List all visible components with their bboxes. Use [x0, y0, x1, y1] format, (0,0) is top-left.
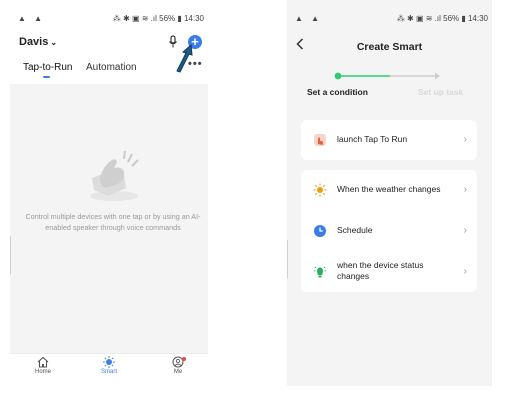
nav-home-label: Home: [34, 369, 51, 375]
nav-smart-label: Smart: [100, 369, 117, 375]
chevron-right-icon: ›: [463, 266, 467, 277]
nav-home[interactable]: Home: [18, 356, 68, 375]
chevron-right-icon: ›: [463, 134, 467, 145]
option-launch-tap-to-run[interactable]: launch Tap To Run ›: [301, 120, 477, 160]
option-schedule[interactable]: Schedule ›: [301, 211, 477, 251]
status-bar: ▲ ▲ ⁂ ✱ ▣ ≋ .ıl 56% ▮ 14:30: [10, 14, 208, 26]
step-progress-track: [334, 72, 440, 80]
tab-tap-to-run[interactable]: Tap-to-Run: [23, 62, 72, 73]
clock-icon: [314, 225, 326, 237]
create-smart-screen: ▲ ▲ ⁂ ✱ ▣ ≋ .ıl 56% ▮ 14:30 Create Smart…: [287, 0, 492, 386]
step-set-up-task: Set up task: [418, 87, 464, 97]
tab-bar: Tap-to-Run Automation •••: [10, 58, 208, 82]
notification-badge: [182, 357, 186, 361]
home-name: Davis: [19, 36, 49, 48]
option-label: Schedule: [337, 225, 373, 235]
option-device-status[interactable]: when the device status changes ›: [301, 252, 477, 292]
nav-me[interactable]: Me: [153, 356, 203, 375]
scroll-edge: [287, 240, 288, 278]
option-weather-changes[interactable]: When the weather changes ›: [301, 170, 477, 210]
status-indicators: ⁂ ✱ ▣ ≋ .ıl 56% ▮ 14:30: [396, 14, 488, 23]
chevron-right-icon: ›: [463, 184, 467, 195]
notification-icons: ▲ ▲: [18, 14, 46, 23]
smart-sun-icon: [103, 356, 115, 368]
chevron-down-icon: ⌄: [50, 38, 58, 47]
tab-active-indicator: [43, 76, 50, 78]
empty-state-message: Control multiple devices with one tap or…: [25, 212, 201, 232]
step-set-condition: Set a condition: [307, 87, 368, 97]
option-label: launch Tap To Run: [337, 134, 408, 144]
chevron-right-icon: ›: [463, 225, 467, 236]
nav-smart[interactable]: Smart: [84, 356, 134, 375]
hand-tap-icon: [314, 134, 326, 146]
device-icon: [314, 266, 326, 278]
tap-illustration-icon: [90, 150, 139, 201]
page-title: Create Smart: [356, 41, 423, 53]
home-icon: [37, 356, 49, 368]
notification-icons: ▲ ▲: [295, 14, 323, 23]
option-label: When the weather changes: [337, 184, 441, 194]
condition-card-manual: launch Tap To Run ›: [301, 120, 477, 160]
home-selector[interactable]: Davis ⌄: [19, 36, 57, 48]
scroll-edge: [10, 236, 11, 274]
sun-icon: [313, 183, 327, 197]
option-label: when the device status changes: [337, 260, 424, 281]
condition-card-auto: When the weather changes › Schedule › wh…: [301, 170, 477, 292]
status-bar: ▲ ▲ ⁂ ✱ ▣ ≋ .ıl 56% ▮ 14:30: [287, 14, 492, 26]
smart-list-screen: ▲ ▲ ⁂ ✱ ▣ ≋ .ıl 56% ▮ 14:30 Davis ⌄ + Tap…: [10, 0, 208, 386]
step-progress: Set a condition Set up task: [287, 68, 492, 104]
bottom-nav: Home Smart Me: [10, 353, 208, 386]
nav-me-label: Me: [173, 369, 183, 375]
more-icon[interactable]: •••: [188, 58, 203, 70]
tab-automation[interactable]: Automation: [86, 62, 137, 73]
header: ▲ ▲ ⁂ ✱ ▣ ≋ .ıl 56% ▮ 14:30 Davis ⌄ + Tap…: [10, 0, 208, 84]
status-indicators: ⁂ ✱ ▣ ≋ .ıl 56% ▮ 14:30: [112, 14, 204, 23]
